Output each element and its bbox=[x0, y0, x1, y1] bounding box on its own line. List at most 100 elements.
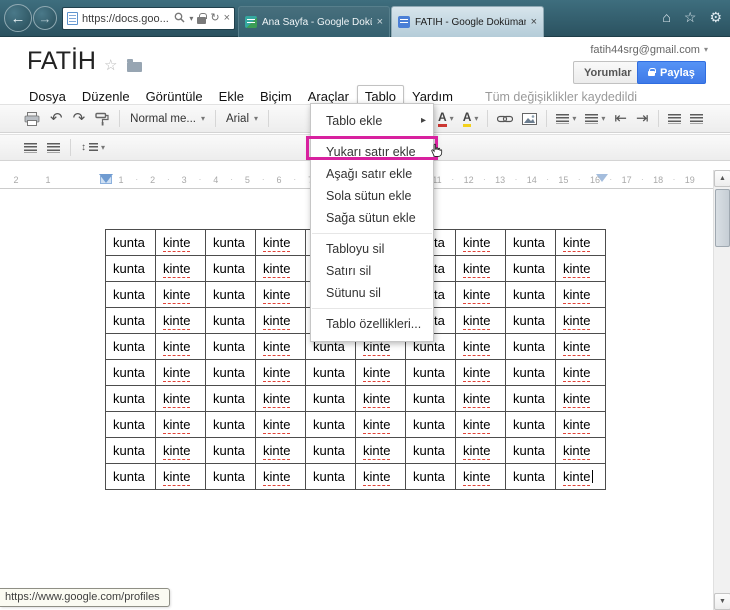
table-cell[interactable]: kunta bbox=[305, 437, 356, 464]
menu-item-sütunu-sil[interactable]: Sütunu sil bbox=[311, 282, 433, 304]
table-cell[interactable]: kinte bbox=[455, 385, 506, 412]
redo-icon[interactable]: ↷ bbox=[73, 111, 86, 126]
table-cell[interactable]: kinte bbox=[155, 333, 206, 360]
outdent-icon[interactable]: ⇤ bbox=[614, 111, 627, 126]
font-dropdown[interactable]: Arial ▾ bbox=[226, 113, 258, 125]
table-cell[interactable]: kunta bbox=[105, 359, 156, 386]
table-cell[interactable]: kinte bbox=[455, 437, 506, 464]
table-cell[interactable]: kinte bbox=[555, 229, 606, 256]
table-cell[interactable]: kinte bbox=[455, 281, 506, 308]
table-cell[interactable]: kinte bbox=[555, 437, 606, 464]
table-cell[interactable]: kinte bbox=[255, 307, 306, 334]
left-margin-marker[interactable] bbox=[99, 174, 113, 190]
vertical-scrollbar[interactable]: ▲ ▼ bbox=[713, 170, 730, 610]
paint-format-icon[interactable] bbox=[95, 112, 109, 126]
scroll-down-button[interactable]: ▼ bbox=[714, 593, 730, 610]
table-cell[interactable]: kinte bbox=[555, 333, 606, 360]
table-cell[interactable]: kinte bbox=[455, 411, 506, 438]
table-cell[interactable]: kinte bbox=[155, 411, 206, 438]
highlight-color-icon[interactable]: A ▾ bbox=[462, 111, 478, 127]
url-text[interactable]: https://docs.goo... bbox=[82, 13, 170, 25]
bulleted-list-icon[interactable]: ▾ bbox=[585, 113, 605, 124]
table-cell[interactable]: kunta bbox=[105, 333, 156, 360]
tab-ana-sayfa[interactable]: Ana Sayfa - Google Dokümanlar × bbox=[238, 6, 390, 37]
align-center-icon[interactable] bbox=[689, 113, 703, 124]
table-cell[interactable]: kunta bbox=[205, 333, 256, 360]
align-left-icon[interactable] bbox=[667, 113, 681, 124]
stop-icon[interactable]: × bbox=[224, 13, 230, 24]
table-cell[interactable]: kinte bbox=[255, 411, 306, 438]
table-cell[interactable]: kinte bbox=[155, 307, 206, 334]
print-icon[interactable] bbox=[24, 111, 40, 126]
share-button[interactable]: Paylaş bbox=[637, 61, 706, 84]
folder-icon[interactable] bbox=[127, 59, 142, 72]
insert-image-icon[interactable] bbox=[522, 112, 538, 125]
table-cell[interactable]: kunta bbox=[405, 437, 456, 464]
table-cell[interactable]: kunta bbox=[105, 281, 156, 308]
table-cell[interactable]: kinte bbox=[155, 255, 206, 282]
text-color-icon[interactable]: A ▾ bbox=[438, 111, 454, 127]
table-cell[interactable]: kinte bbox=[255, 463, 306, 490]
star-document-icon[interactable]: ☆ bbox=[104, 56, 117, 74]
table-cell[interactable]: kinte bbox=[155, 359, 206, 386]
table-cell[interactable]: kinte bbox=[555, 385, 606, 412]
table-cell[interactable]: kinte bbox=[555, 463, 606, 490]
table-cell[interactable]: kinte bbox=[455, 229, 506, 256]
table-cell[interactable]: kinte bbox=[155, 385, 206, 412]
tab-close-icon[interactable]: × bbox=[531, 16, 537, 28]
table-cell[interactable]: kunta bbox=[205, 229, 256, 256]
table-cell[interactable]: kinte bbox=[255, 385, 306, 412]
table-cell[interactable]: kunta bbox=[205, 359, 256, 386]
table-cell[interactable]: kunta bbox=[405, 463, 456, 490]
table-cell[interactable]: kinte bbox=[455, 307, 506, 334]
tab-fatih[interactable]: FATİH - Google Dokümanlar × bbox=[391, 6, 544, 37]
table-cell[interactable]: kunta bbox=[105, 229, 156, 256]
table-cell[interactable]: kunta bbox=[105, 307, 156, 334]
menu-item-satırı-sil[interactable]: Satırı sil bbox=[311, 260, 433, 282]
table-cell[interactable]: kinte bbox=[255, 229, 306, 256]
styles-dropdown[interactable]: Normal me... ▾ bbox=[130, 113, 205, 125]
table-cell[interactable]: kunta bbox=[505, 307, 556, 334]
table-cell[interactable]: kinte bbox=[255, 437, 306, 464]
table-cell[interactable]: kinte bbox=[355, 359, 406, 386]
account-menu[interactable]: fatih44srg@gmail.com ▾ bbox=[590, 44, 708, 56]
gear-icon[interactable]: ⚙ bbox=[709, 10, 722, 24]
line-spacing-icon[interactable]: ↕ ▾ bbox=[81, 142, 105, 153]
table-cell[interactable]: kunta bbox=[305, 463, 356, 490]
table-cell[interactable]: kunta bbox=[405, 385, 456, 412]
align-justify-icon[interactable] bbox=[24, 142, 37, 153]
table-cell[interactable]: kinte bbox=[155, 281, 206, 308]
table-cell[interactable]: kunta bbox=[105, 255, 156, 282]
table-cell[interactable]: kinte bbox=[155, 463, 206, 490]
forward-button[interactable]: → bbox=[33, 6, 57, 30]
table-cell[interactable]: kunta bbox=[405, 359, 456, 386]
table-cell[interactable]: kinte bbox=[355, 437, 406, 464]
table-cell[interactable]: kunta bbox=[205, 437, 256, 464]
address-bar[interactable]: https://docs.goo... ▾ ↻ × bbox=[62, 7, 235, 30]
table-cell[interactable]: kunta bbox=[205, 281, 256, 308]
table-cell[interactable]: kunta bbox=[505, 281, 556, 308]
table-cell[interactable]: kunta bbox=[505, 359, 556, 386]
table-cell[interactable]: kinte bbox=[555, 281, 606, 308]
menu-item-aşağı-satır-ekle[interactable]: Aşağı satır ekle bbox=[311, 163, 433, 185]
menu-item-tabloyu-sil[interactable]: Tabloyu sil bbox=[311, 238, 433, 260]
table-cell[interactable]: kinte bbox=[555, 307, 606, 334]
menu-item-sağa-sütun-ekle[interactable]: Sağa sütun ekle bbox=[311, 207, 433, 229]
table-cell[interactable]: kinte bbox=[455, 333, 506, 360]
table-cell[interactable]: kinte bbox=[255, 359, 306, 386]
table-cell[interactable]: kinte bbox=[355, 463, 406, 490]
table-cell[interactable]: kunta bbox=[505, 463, 556, 490]
table-cell[interactable]: kinte bbox=[255, 255, 306, 282]
insert-link-icon[interactable] bbox=[497, 114, 514, 124]
scrollbar-thumb[interactable] bbox=[715, 189, 730, 247]
table-cell[interactable]: kunta bbox=[505, 229, 556, 256]
table-cell[interactable]: kinte bbox=[155, 437, 206, 464]
table-cell[interactable]: kunta bbox=[505, 255, 556, 282]
table-cell[interactable]: kinte bbox=[555, 359, 606, 386]
menu-item-tablo-ekle[interactable]: Tablo ekle ▸ bbox=[311, 110, 433, 132]
table-cell[interactable]: kunta bbox=[305, 411, 356, 438]
table-cell[interactable]: kunta bbox=[105, 437, 156, 464]
tab-close-icon[interactable]: × bbox=[377, 16, 383, 28]
table-cell[interactable]: kunta bbox=[205, 307, 256, 334]
document-title[interactable]: FATİH bbox=[27, 47, 96, 76]
